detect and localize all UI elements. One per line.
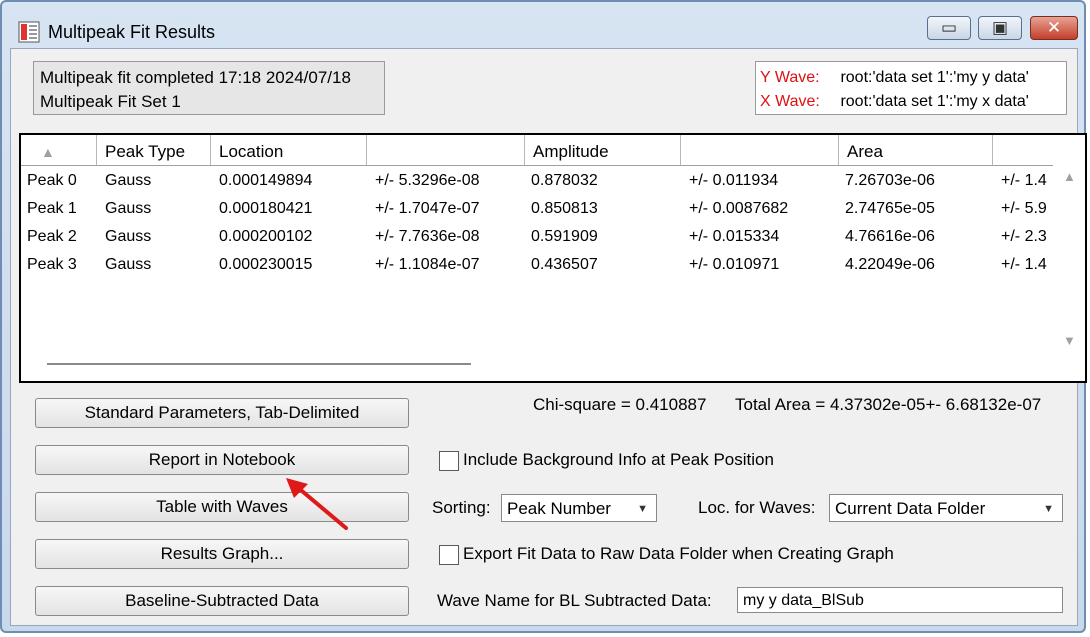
results-table[interactable]: ▲ Peak Type Location Amplitude Area Peak… (19, 133, 1087, 383)
cell-amplitude: 0.436507 (531, 256, 598, 273)
multipeak-fit-results-window: Multipeak Fit Results ▭ ▣ ✕ Multipeak fi… (0, 0, 1087, 633)
sort-ascending-icon: ▲ (41, 144, 55, 160)
cell-peak-type: Gauss (105, 256, 152, 273)
fit-set-name: Multipeak Fit Set 1 (40, 92, 181, 111)
y-wave-label: Y Wave: (760, 69, 820, 86)
cell-area: 2.74765e-05 (845, 200, 935, 217)
x-wave-label: X Wave: (760, 93, 820, 110)
table-with-waves-button[interactable]: Table with Waves (35, 492, 409, 522)
header-location-error[interactable] (367, 135, 525, 165)
cell-peak-type: Gauss (105, 228, 152, 245)
annotation-arrow-icon (286, 478, 348, 530)
cell-area: 4.22049e-06 (845, 256, 935, 273)
report-in-notebook-button[interactable]: Report in Notebook (35, 445, 409, 475)
cell-amplitude: 0.591909 (531, 228, 598, 245)
sort-header[interactable]: ▲ (21, 135, 97, 165)
cell-location: 0.000230015 (219, 256, 313, 273)
baseline-subtracted-data-button[interactable]: Baseline-Subtracted Data (35, 586, 409, 616)
cell-location-error: +/- 7.7636e-08 (375, 228, 480, 245)
cell-location-error: +/- 5.3296e-08 (375, 172, 480, 189)
header-amplitude-error[interactable] (681, 135, 839, 165)
header-area-error[interactable] (993, 135, 1053, 165)
table-app-icon (18, 21, 40, 43)
window-title: Multipeak Fit Results (48, 22, 216, 42)
wave-name-input[interactable]: my y data_BlSub (737, 587, 1063, 613)
x-wave-row: X Wave: root:'data set 1':'my x data' (760, 90, 1062, 114)
sorting-value: Peak Number (507, 499, 611, 518)
cell-peak: Peak 2 (27, 228, 77, 245)
minimize-button[interactable]: ▭ (927, 16, 971, 40)
vertical-scrollbar[interactable]: ▲ ▼ (1055, 163, 1085, 353)
y-wave-row: Y Wave: root:'data set 1':'my y data' (760, 66, 1062, 90)
cell-peak-type: Gauss (105, 172, 152, 189)
cell-area: 7.26703e-06 (845, 172, 935, 189)
header-area[interactable]: Area (839, 135, 993, 165)
cell-location-error: +/- 1.1084e-07 (375, 256, 480, 273)
total-area-text: Total Area = 4.37302e-05+- 6.68132e-07 (735, 395, 1042, 414)
cell-amplitude: 0.878032 (531, 172, 598, 189)
cell-area-error: +/- 2.3 (1001, 228, 1047, 245)
cell-peak: Peak 0 (27, 172, 77, 189)
header-location[interactable]: Location (211, 135, 367, 165)
cell-location: 0.000200102 (219, 228, 313, 245)
cell-amplitude-error: +/- 0.015334 (689, 228, 780, 245)
table-header: ▲ Peak Type Location Amplitude Area (21, 135, 1053, 166)
header-peak-type[interactable]: Peak Type (97, 135, 211, 165)
cell-area-error: +/- 5.9 (1001, 200, 1047, 217)
table-row[interactable]: Peak 3 Gauss 0.000230015 +/- 1.1084e-07 … (21, 250, 1053, 278)
title-bar[interactable]: Multipeak Fit Results ▭ ▣ ✕ (2, 2, 1084, 48)
cell-amplitude-error: +/- 0.010971 (689, 256, 780, 273)
maximize-button[interactable]: ▣ (978, 16, 1022, 40)
include-background-checkbox[interactable] (439, 451, 459, 471)
scroll-up-icon[interactable]: ▲ (1063, 169, 1076, 184)
include-background-label: Include Background Info at Peak Position (463, 450, 774, 469)
cell-amplitude: 0.850813 (531, 200, 598, 217)
cell-area-error: +/- 1.4 (1001, 172, 1047, 189)
cell-location: 0.000180421 (219, 200, 313, 217)
loc-for-waves-label: Loc. for Waves: (698, 498, 816, 517)
sorting-dropdown[interactable]: Peak Number ▼ (501, 494, 657, 522)
cell-peak-type: Gauss (105, 200, 152, 217)
wave-info-box: Y Wave: root:'data set 1':'my y data' X … (755, 61, 1067, 115)
client-area: Multipeak fit completed 17:18 2024/07/18… (10, 48, 1087, 626)
y-wave-value: root:'data set 1':'my y data' (840, 69, 1029, 86)
cell-amplitude-error: +/- 0.0087682 (689, 200, 789, 217)
table-row[interactable]: Peak 2 Gauss 0.000200102 +/- 7.7636e-08 … (21, 222, 1053, 250)
fit-completed-text: Multipeak fit completed 17:18 2024/07/18 (40, 68, 351, 87)
export-fit-data-checkbox[interactable] (439, 545, 459, 565)
scroll-down-icon[interactable]: ▼ (1063, 333, 1076, 348)
standard-parameters-button[interactable]: Standard Parameters, Tab-Delimited (35, 398, 409, 428)
table-row[interactable]: Peak 1 Gauss 0.000180421 +/- 1.7047e-07 … (21, 194, 1053, 222)
maximize-icon: ▣ (991, 18, 1009, 37)
fit-info-box: Multipeak fit completed 17:18 2024/07/18… (33, 61, 385, 115)
cell-area-error: +/- 1.4 (1001, 256, 1047, 273)
chi-square-text: Chi-square = 0.410887 (533, 395, 707, 414)
minimize-icon: ▭ (940, 18, 958, 37)
cell-location-error: +/- 1.7047e-07 (375, 200, 480, 217)
close-button[interactable]: ✕ (1030, 16, 1078, 40)
chevron-down-icon: ▼ (1043, 503, 1054, 515)
cell-location: 0.000149894 (219, 172, 313, 189)
cell-peak: Peak 3 (27, 256, 77, 273)
horizontal-scrollbar[interactable] (47, 363, 471, 365)
cell-area: 4.76616e-06 (845, 228, 935, 245)
sorting-label: Sorting: (432, 498, 491, 517)
table-row[interactable]: Peak 0 Gauss 0.000149894 +/- 5.3296e-08 … (21, 166, 1053, 194)
chevron-down-icon: ▼ (637, 503, 648, 515)
cell-peak: Peak 1 (27, 200, 77, 217)
results-graph-button[interactable]: Results Graph... (35, 539, 409, 569)
cell-amplitude-error: +/- 0.011934 (689, 172, 779, 189)
close-icon: ✕ (1046, 18, 1062, 37)
wave-name-label: Wave Name for BL Subtracted Data: (437, 591, 712, 610)
loc-for-waves-value: Current Data Folder (835, 499, 986, 518)
loc-for-waves-dropdown[interactable]: Current Data Folder ▼ (829, 494, 1063, 522)
x-wave-value: root:'data set 1':'my x data' (840, 93, 1029, 110)
export-fit-data-label: Export Fit Data to Raw Data Folder when … (463, 544, 894, 563)
header-amplitude[interactable]: Amplitude (525, 135, 681, 165)
